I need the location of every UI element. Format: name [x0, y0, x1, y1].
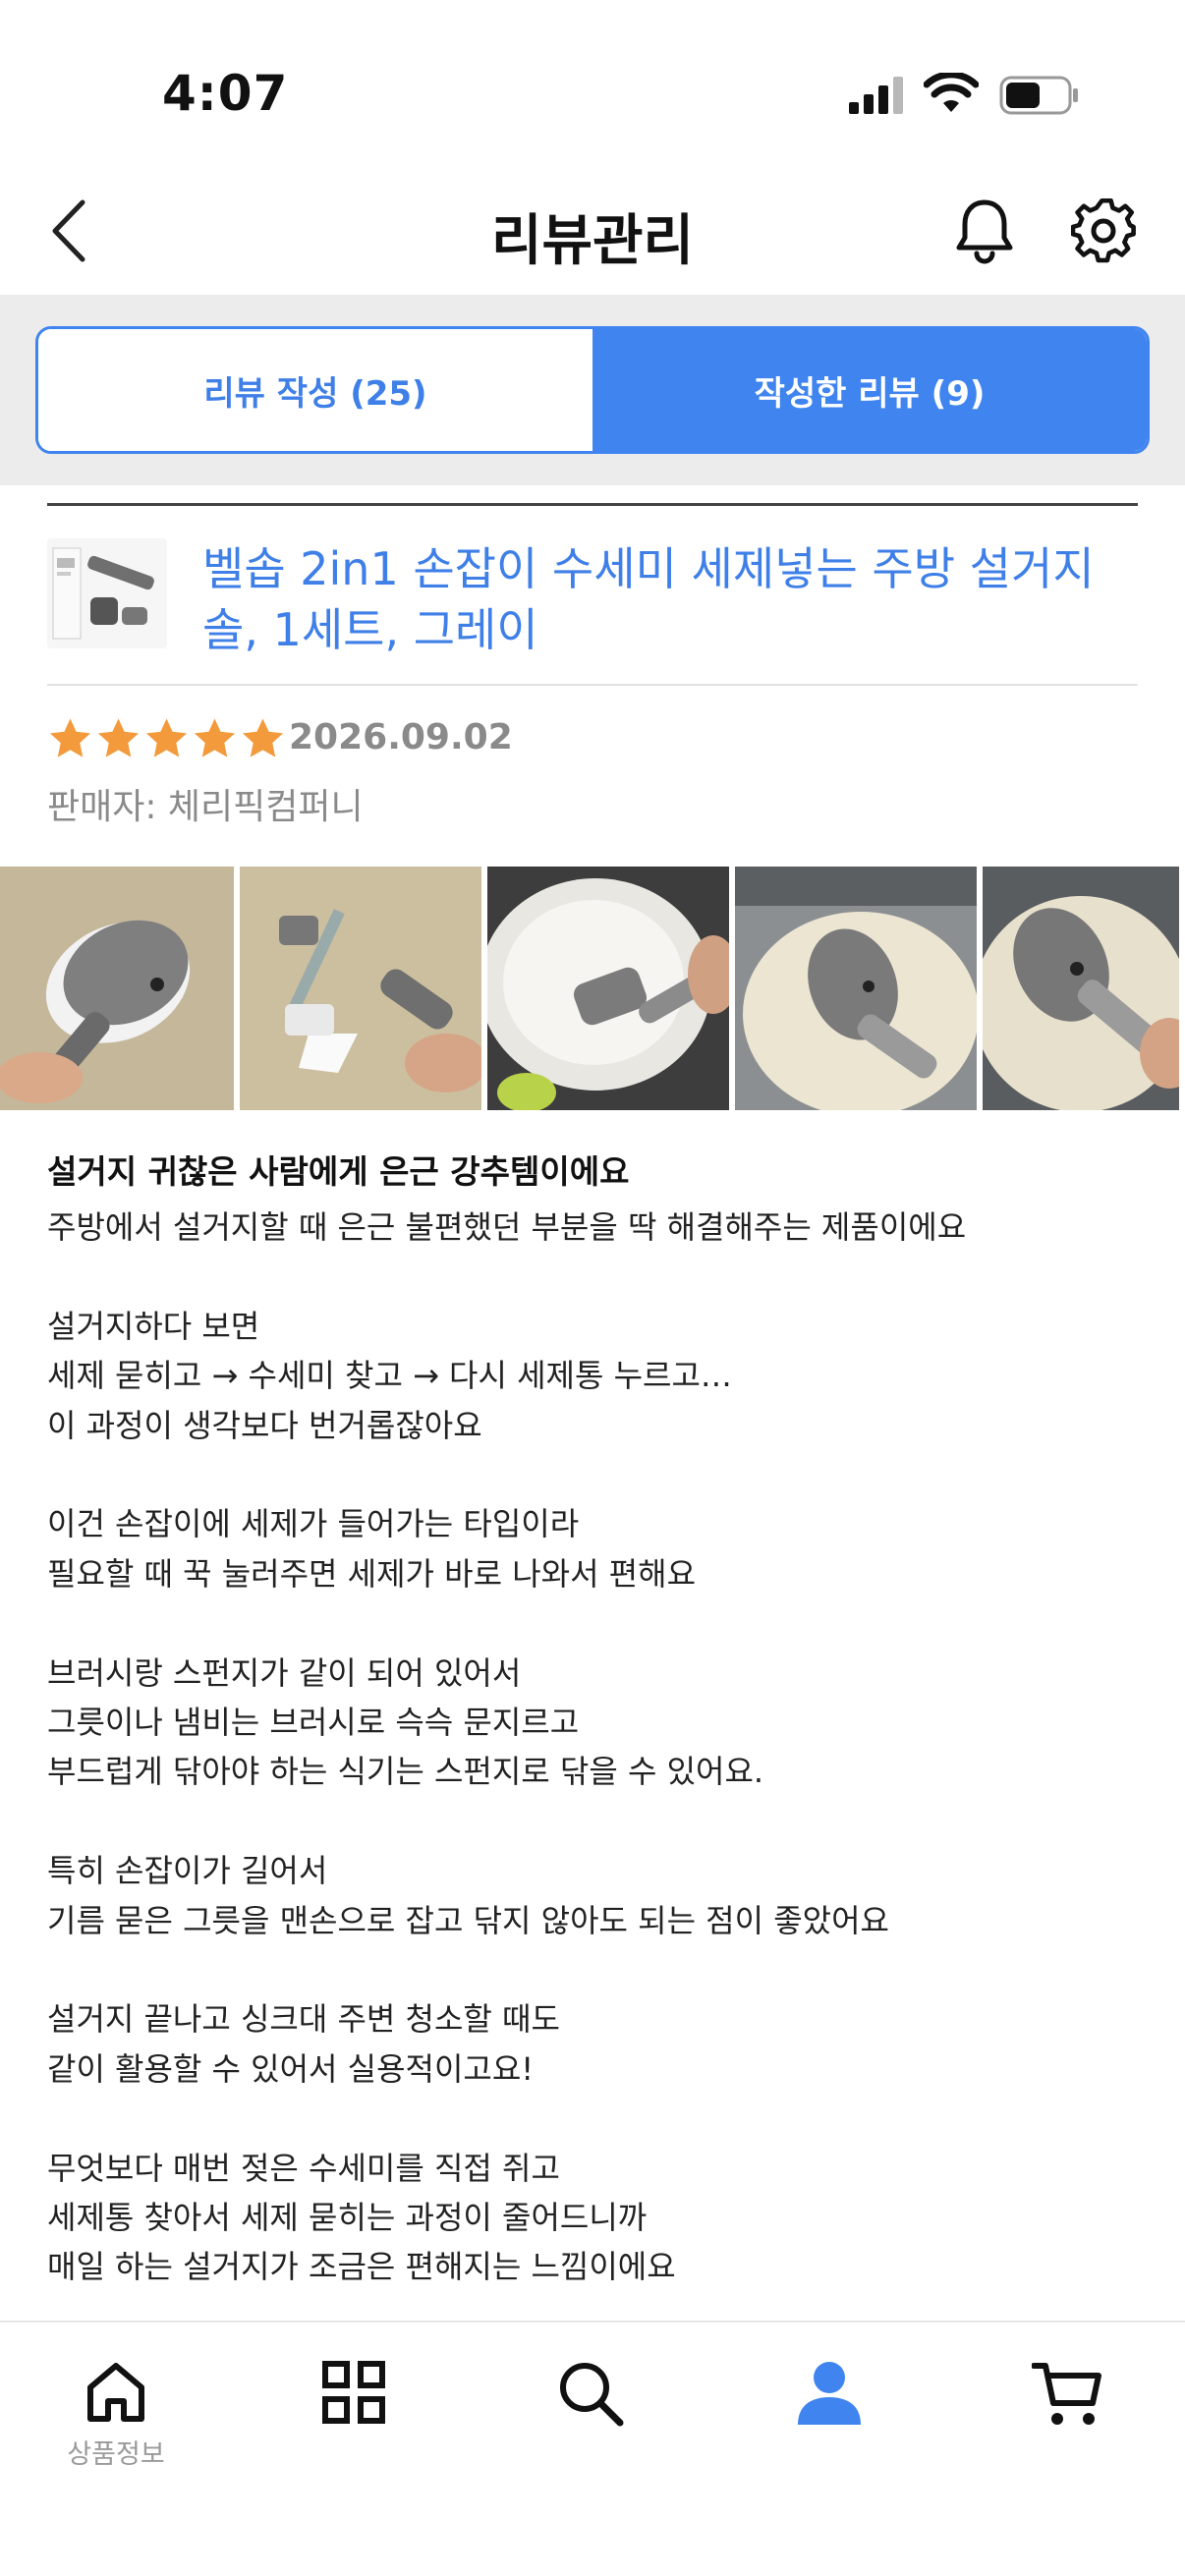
user-icon	[798, 2362, 861, 2425]
review-body: 주방에서 설거지할 때 은근 불편했던 부분을 딱 해결해주는 제품이에요 설거…	[47, 1203, 1138, 2292]
status-bar: 4:07	[0, 0, 1185, 167]
product-thumbnail[interactable]	[47, 538, 167, 648]
review-photos	[0, 867, 1185, 1110]
bottom-nav: 상품정보	[0, 2321, 1185, 2576]
review-line: 필요할 때 꾹 눌러주면 세제가 바로 나와서 편해요	[47, 1554, 697, 1593]
review-line: 세제 묻히고 → 수세미 찾고 → 다시 세제통 누르고…	[47, 1357, 732, 1395]
review-line: 그릇이나 냄비는 브러시로 슥슥 문지르고	[47, 1704, 580, 1742]
signal-icon	[849, 77, 903, 114]
review-line: 같이 활용할 수 있어서 실용적이고요!	[47, 2049, 535, 2088]
nav-search[interactable]	[533, 2360, 650, 2497]
nav-categories[interactable]	[295, 2360, 413, 2497]
home-icon	[87, 2363, 144, 2422]
review-line: 설거지하다 보면	[47, 1307, 260, 1345]
star-icon	[242, 718, 284, 757]
review-photo[interactable]	[0, 867, 234, 1110]
grid-icon	[322, 2361, 385, 2424]
star-icon	[49, 718, 91, 757]
app-header: 리뷰관리	[0, 167, 1185, 295]
search-icon	[560, 2363, 624, 2427]
star-icon	[145, 718, 188, 757]
review-line: 세제통 찾아서 세제 묻히는 과정이 줄어드니까	[47, 2199, 648, 2237]
nav-cart[interactable]	[1008, 2360, 1126, 2497]
review-line: 브러시랑 스펀지가 같이 되어 있어서	[47, 1653, 522, 1692]
review-line: 기름 묻은 그릇을 맨손으로 잡고 닦지 않아도 되는 점이 좋았어요	[47, 1901, 889, 1939]
bell-icon[interactable]	[953, 196, 1016, 265]
tabs-band: 리뷰 작성 (25) 작성한 리뷰 (9)	[0, 295, 1185, 485]
star-icon	[97, 718, 140, 757]
status-time: 4:07	[162, 65, 289, 122]
review-line: 매일 하는 설거지가 조금은 편해지는 느낌이에요	[47, 2248, 676, 2286]
gear-icon[interactable]	[1071, 196, 1136, 265]
review-photo[interactable]	[240, 867, 481, 1110]
wifi-icon	[924, 73, 979, 112]
review-line: 부드럽게 닦아야 하는 식기는 스펀지로 닦을 수 있어요.	[47, 1753, 764, 1791]
review-photo[interactable]	[983, 867, 1179, 1110]
battery-icon	[999, 76, 1078, 115]
review-date: 2026.09.02	[289, 717, 513, 757]
divider	[47, 684, 1138, 686]
star-icon	[194, 718, 236, 757]
review-photo[interactable]	[487, 867, 729, 1110]
review-line: 이건 손잡이에 세제가 들어가는 타입이라	[47, 1505, 580, 1543]
review-line: 이 과정이 생각보다 번거롭잖아요	[47, 1406, 482, 1444]
tab-write-review[interactable]: 리뷰 작성 (25)	[38, 329, 592, 451]
nav-my-page[interactable]	[770, 2360, 888, 2497]
nav-label: 상품정보	[67, 2439, 165, 2470]
divider	[47, 503, 1138, 506]
review-line: 무엇보다 매번 젖은 수세미를 직접 쥐고	[47, 2149, 560, 2187]
review-line: 주방에서 설거지할 때 은근 불편했던 부분을 딱 해결해주는 제품이에요	[47, 1208, 967, 1246]
review-line: 특히 손잡이가 길어서	[47, 1852, 328, 1890]
review-line: 설거지 끝나고 싱크대 주변 청소할 때도	[47, 2000, 560, 2039]
product-name-link[interactable]: 벨솝 2in1 손잡이 수세미 세제넣는 주방 설거지솔, 1세트, 그레이	[202, 538, 1146, 660]
star-rating	[47, 715, 286, 768]
review-tabs: 리뷰 작성 (25) 작성한 리뷰 (9)	[35, 326, 1150, 454]
nav-product-info[interactable]: 상품정보	[57, 2360, 175, 2497]
review-photo[interactable]	[735, 867, 977, 1110]
seller-name: 판매자: 체리픽컴퍼니	[47, 787, 364, 827]
review-title: 설거지 귀찮은 사람에게 은근 강추템이에요	[47, 1152, 630, 1191]
cart-icon	[1032, 2363, 1101, 2425]
tab-written-reviews[interactable]: 작성한 리뷰 (9)	[592, 329, 1147, 451]
